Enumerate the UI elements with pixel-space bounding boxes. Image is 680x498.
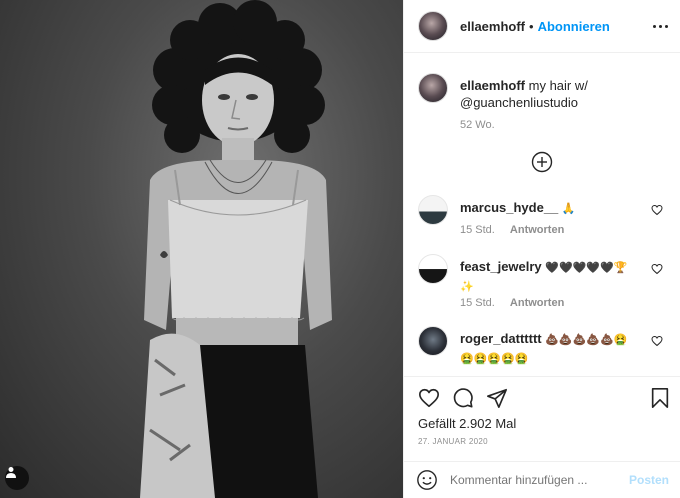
comment-input[interactable] bbox=[450, 473, 629, 487]
post-header: ellaemhoff • Abonnieren bbox=[404, 0, 680, 53]
commenter-avatar[interactable] bbox=[418, 326, 448, 356]
caption-avatar[interactable] bbox=[418, 73, 448, 103]
like-count[interactable]: Gefällt 2.902 Mal bbox=[418, 416, 516, 431]
comments-list[interactable]: ellaemhoff my hair w/ @guanchenliustudio… bbox=[404, 54, 680, 376]
add-comment-bar: Posten bbox=[404, 461, 680, 498]
heart-icon[interactable] bbox=[651, 335, 663, 347]
comment-time: 15 Std. bbox=[460, 224, 495, 236]
comment-body: 🖤🖤🖤🖤🖤🏆 bbox=[545, 262, 628, 274]
commenter-avatar[interactable] bbox=[418, 254, 448, 284]
user-tag-icon bbox=[6, 467, 16, 478]
follow-button[interactable]: Abonnieren bbox=[538, 19, 610, 34]
more-options-icon[interactable] bbox=[653, 24, 668, 28]
post-photo[interactable] bbox=[0, 0, 403, 498]
heart-icon[interactable] bbox=[651, 204, 663, 216]
comment-body: 💩💩💩💩💩🤮 bbox=[545, 334, 628, 346]
reply-button[interactable]: Antworten bbox=[510, 224, 564, 236]
comment-time: 15 Std. bbox=[460, 297, 495, 309]
commenter-avatar[interactable] bbox=[418, 195, 448, 225]
post-date: 27. JANUAR 2020 bbox=[418, 437, 488, 446]
emoji-icon[interactable] bbox=[416, 469, 438, 491]
comment-text: feast_jewelry 🖤🖤🖤🖤🖤🏆 ✨ bbox=[460, 258, 635, 296]
comment-username[interactable]: feast_jewelry bbox=[460, 259, 542, 274]
reply-button[interactable]: Antworten bbox=[510, 297, 564, 309]
comment-username[interactable]: roger_datttttt bbox=[460, 331, 542, 346]
user-tag-button[interactable] bbox=[5, 466, 29, 490]
post-comment-button[interactable]: Posten bbox=[629, 473, 669, 487]
photo-illustration bbox=[140, 0, 332, 498]
avatar[interactable] bbox=[418, 11, 448, 41]
caption-age: 52 Wo. bbox=[460, 119, 495, 131]
caption-username[interactable]: ellaemhoff bbox=[460, 78, 525, 93]
heart-icon[interactable] bbox=[651, 263, 663, 275]
separator-dot: • bbox=[529, 18, 534, 34]
comment-username[interactable]: marcus_hyde__ bbox=[460, 200, 558, 215]
comment-meta: 15 Std. Antworten bbox=[460, 224, 576, 236]
comment-meta: 15 Std. Antworten bbox=[460, 297, 576, 309]
plus-circle-icon[interactable] bbox=[531, 151, 553, 173]
comment-body-continued: 🤮🤮🤮🤮🤮 bbox=[460, 353, 529, 365]
caption-mention[interactable]: @guanchenliustudio bbox=[460, 95, 578, 110]
comment-body-continued: ✨ bbox=[460, 281, 474, 293]
comment-text: marcus_hyde__ 🙏 bbox=[460, 199, 635, 218]
post-side-panel: ellaemhoff • Abonnieren ellaemhoff my ha… bbox=[403, 0, 680, 498]
like-count-text: Gefällt 2.902 Mal bbox=[418, 416, 517, 431]
bookmark-icon[interactable] bbox=[649, 387, 671, 409]
comment-body: 🙏 bbox=[561, 203, 576, 215]
comment-icon[interactable] bbox=[452, 387, 474, 409]
comment-text: roger_datttttt 💩💩💩💩💩🤮 🤮🤮🤮🤮🤮 bbox=[460, 330, 635, 368]
share-icon[interactable] bbox=[486, 387, 508, 409]
caption-text: ellaemhoff my hair w/ @guanchenliustudio bbox=[460, 77, 660, 111]
heart-icon[interactable] bbox=[418, 387, 440, 409]
post-actions: Gefällt 2.902 Mal 27. JANUAR 2020 bbox=[404, 376, 680, 466]
caption-body: my hair w/ bbox=[528, 78, 588, 93]
header-username[interactable]: ellaemhoff bbox=[460, 19, 525, 34]
